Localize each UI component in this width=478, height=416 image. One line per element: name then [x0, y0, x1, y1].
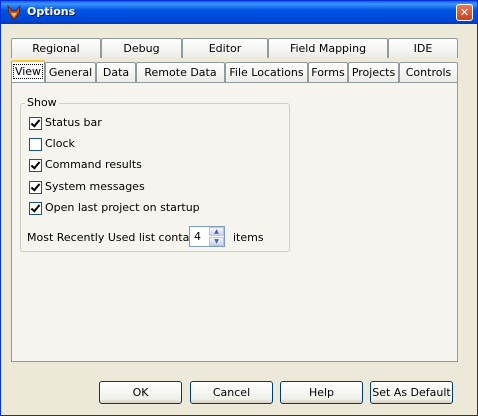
set-as-default-button[interactable]: Set As Default: [370, 381, 453, 404]
tab-label: Projects: [351, 66, 396, 79]
checkbox-label: System messages: [45, 180, 145, 193]
tab-label: General: [48, 66, 93, 79]
tab-view[interactable]: View: [11, 60, 45, 82]
checkbox-label: Open last project on startup: [45, 201, 200, 214]
checkbox-box[interactable]: [29, 117, 42, 130]
tab-regional[interactable]: Regional: [11, 38, 101, 58]
tab-field-mapping[interactable]: Field Mapping: [268, 38, 388, 58]
checkbox-box[interactable]: [29, 181, 42, 194]
tab-projects[interactable]: Projects: [348, 62, 399, 82]
checkbox-label: Clock: [45, 137, 75, 150]
tab-label: Debug: [123, 42, 160, 55]
spin-down-arrow-icon[interactable]: ▼: [209, 237, 224, 246]
help-button[interactable]: Help: [280, 381, 363, 404]
show-groupbox: Show Status bar Clock Command results Sy…: [20, 96, 290, 252]
title-bar[interactable]: Options ✕: [1, 1, 477, 24]
checkbox-box[interactable]: [29, 138, 42, 151]
tab-panel-view: Show Status bar Clock Command results Sy…: [11, 82, 458, 362]
checkbox-box[interactable]: [29, 159, 42, 172]
tab-label: Editor: [208, 42, 242, 55]
ok-button[interactable]: OK: [99, 381, 182, 404]
tab-label: Forms: [311, 66, 345, 79]
cancel-button[interactable]: Cancel: [190, 381, 273, 404]
tab-label: IDE: [413, 42, 433, 55]
tab-remote-data[interactable]: Remote Data: [136, 62, 225, 82]
checkbox-label: Status bar: [45, 116, 102, 129]
checkbox-box[interactable]: [29, 202, 42, 215]
show-group-title: Show: [25, 96, 59, 109]
button-label: OK: [132, 386, 149, 399]
button-label: Help: [308, 386, 335, 399]
tab-label: Data: [102, 66, 130, 79]
tab-label: File Locations: [229, 66, 304, 79]
spin-up-arrow-icon[interactable]: ▲: [209, 227, 224, 236]
window-title: Options: [27, 5, 76, 18]
spinner-buttons: ▲ ▼: [209, 227, 224, 246]
tab-data[interactable]: Data: [96, 62, 136, 82]
tab-forms[interactable]: Forms: [308, 62, 348, 82]
tab-row-front: View General Data Remote Data File Locat…: [11, 60, 458, 82]
tab-file-locations[interactable]: File Locations: [225, 62, 308, 82]
tab-label: Field Mapping: [289, 42, 367, 55]
tab-label: Controls: [405, 66, 452, 79]
button-label: Cancel: [212, 386, 251, 399]
tab-label: View: [12, 64, 44, 79]
mru-label: Most Recently Used list contains: [27, 231, 206, 244]
options-dialog: Options ✕ Regional Debug Editor Field Ma…: [0, 0, 478, 416]
checkbox-label: Command results: [45, 158, 142, 171]
tab-ide[interactable]: IDE: [388, 38, 458, 58]
fox-app-icon: [7, 5, 21, 21]
button-label: Set As Default: [372, 386, 451, 399]
mru-count-spinner[interactable]: 4 ▲ ▼: [189, 226, 225, 247]
tab-label: Remote Data: [144, 66, 217, 79]
tab-general[interactable]: General: [45, 62, 96, 82]
tab-controls[interactable]: Controls: [399, 62, 458, 82]
tab-editor[interactable]: Editor: [182, 38, 268, 58]
close-icon: ✕: [459, 6, 470, 19]
mru-items-label: items: [233, 231, 264, 244]
close-button[interactable]: ✕: [456, 4, 473, 21]
tab-label: Regional: [32, 42, 80, 55]
tab-debug[interactable]: Debug: [101, 38, 182, 58]
mru-count-value[interactable]: 4: [194, 230, 201, 243]
tab-row-back: Regional Debug Editor Field Mapping IDE: [11, 38, 458, 58]
